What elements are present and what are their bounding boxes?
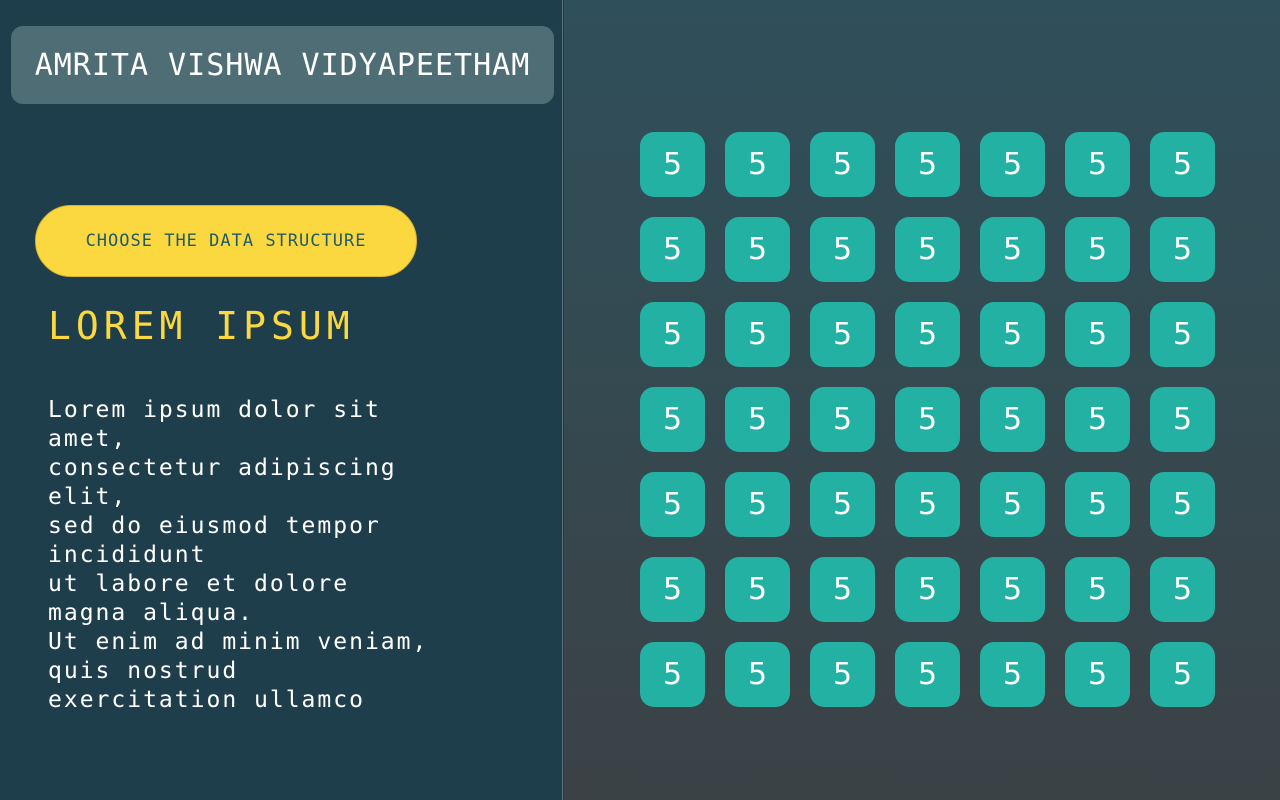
grid-cell[interactable]: 5 (725, 132, 790, 197)
section-heading: LOREM IPSUM (48, 304, 355, 348)
grid-cell[interactable]: 5 (1150, 642, 1215, 707)
grid-cell[interactable]: 5 (980, 132, 1045, 197)
choose-data-structure-label: CHOOSE THE DATA STRUCTURE (85, 231, 367, 251)
grid-cell[interactable]: 5 (1065, 302, 1130, 367)
grid-cell[interactable]: 5 (810, 557, 875, 622)
grid-cell[interactable]: 5 (640, 387, 705, 452)
grid-cell[interactable]: 5 (810, 302, 875, 367)
grid-cell[interactable]: 5 (725, 217, 790, 282)
grid-cell[interactable]: 5 (1150, 217, 1215, 282)
choose-data-structure-button[interactable]: CHOOSE THE DATA STRUCTURE (35, 205, 417, 277)
description-line: ut labore et dolore (48, 571, 350, 597)
grid-cell[interactable]: 5 (725, 557, 790, 622)
grid-cell[interactable]: 5 (640, 472, 705, 537)
grid-cell[interactable]: 5 (1065, 472, 1130, 537)
grid-cell[interactable]: 5 (980, 217, 1045, 282)
grid-cell[interactable]: 5 (1065, 642, 1130, 707)
grid-cell[interactable]: 5 (895, 387, 960, 452)
description-text: Lorem ipsum dolor sit amet, consectetur … (48, 396, 528, 715)
grid-cell[interactable]: 5 (725, 472, 790, 537)
description-line: amet, (48, 426, 128, 452)
grid-cell[interactable]: 5 (980, 472, 1045, 537)
grid-cell[interactable]: 5 (1150, 387, 1215, 452)
description-line: consectetur adipiscing (48, 455, 397, 481)
grid-cell[interactable]: 5 (1065, 387, 1130, 452)
app-window: AMRITA VISHWA VIDYAPEETHAM CHOOSE THE DA… (0, 0, 1280, 800)
grid-cell[interactable]: 5 (810, 387, 875, 452)
left-panel: AMRITA VISHWA VIDYAPEETHAM CHOOSE THE DA… (0, 0, 563, 800)
grid-cell[interactable]: 5 (980, 387, 1045, 452)
app-title: AMRITA VISHWA VIDYAPEETHAM (34, 47, 531, 83)
grid-cell[interactable]: 5 (895, 217, 960, 282)
description-line: Ut enim ad minim veniam, (48, 629, 429, 655)
grid-cell[interactable]: 5 (1065, 132, 1130, 197)
grid-cell[interactable]: 5 (1150, 132, 1215, 197)
description-line: quis nostrud (48, 658, 239, 684)
grid-cell[interactable]: 5 (640, 217, 705, 282)
grid-cell[interactable]: 5 (810, 472, 875, 537)
description-line: magna aliqua. (48, 600, 255, 626)
grid-cell[interactable]: 5 (980, 642, 1045, 707)
title-banner: AMRITA VISHWA VIDYAPEETHAM (11, 26, 554, 104)
grid-cell[interactable]: 5 (810, 642, 875, 707)
grid-cell[interactable]: 5 (640, 302, 705, 367)
grid-cell[interactable]: 5 (640, 642, 705, 707)
grid-cell[interactable]: 5 (895, 557, 960, 622)
description-line: incididunt (48, 542, 207, 568)
value-grid: 5555555555555555555555555555555555555555… (640, 132, 1215, 707)
grid-cell[interactable]: 5 (640, 132, 705, 197)
grid-cell[interactable]: 5 (725, 642, 790, 707)
grid-cell[interactable]: 5 (640, 557, 705, 622)
grid-cell[interactable]: 5 (1150, 302, 1215, 367)
grid-cell[interactable]: 5 (1150, 472, 1215, 537)
grid-cell[interactable]: 5 (810, 132, 875, 197)
description-line: Lorem ipsum dolor sit (48, 397, 381, 423)
grid-cell[interactable]: 5 (980, 557, 1045, 622)
grid-cell[interactable]: 5 (895, 472, 960, 537)
grid-cell[interactable]: 5 (725, 302, 790, 367)
grid-cell[interactable]: 5 (1150, 557, 1215, 622)
description-line: exercitation ullamco (48, 687, 365, 713)
grid-cell[interactable]: 5 (980, 302, 1045, 367)
description-line: sed do eiusmod tempor (48, 513, 381, 539)
grid-cell[interactable]: 5 (1065, 557, 1130, 622)
grid-cell[interactable]: 5 (895, 642, 960, 707)
grid-cell[interactable]: 5 (725, 387, 790, 452)
grid-cell[interactable]: 5 (895, 132, 960, 197)
grid-cell[interactable]: 5 (810, 217, 875, 282)
description-line: elit, (48, 484, 128, 510)
grid-cell[interactable]: 5 (1065, 217, 1130, 282)
grid-cell[interactable]: 5 (895, 302, 960, 367)
